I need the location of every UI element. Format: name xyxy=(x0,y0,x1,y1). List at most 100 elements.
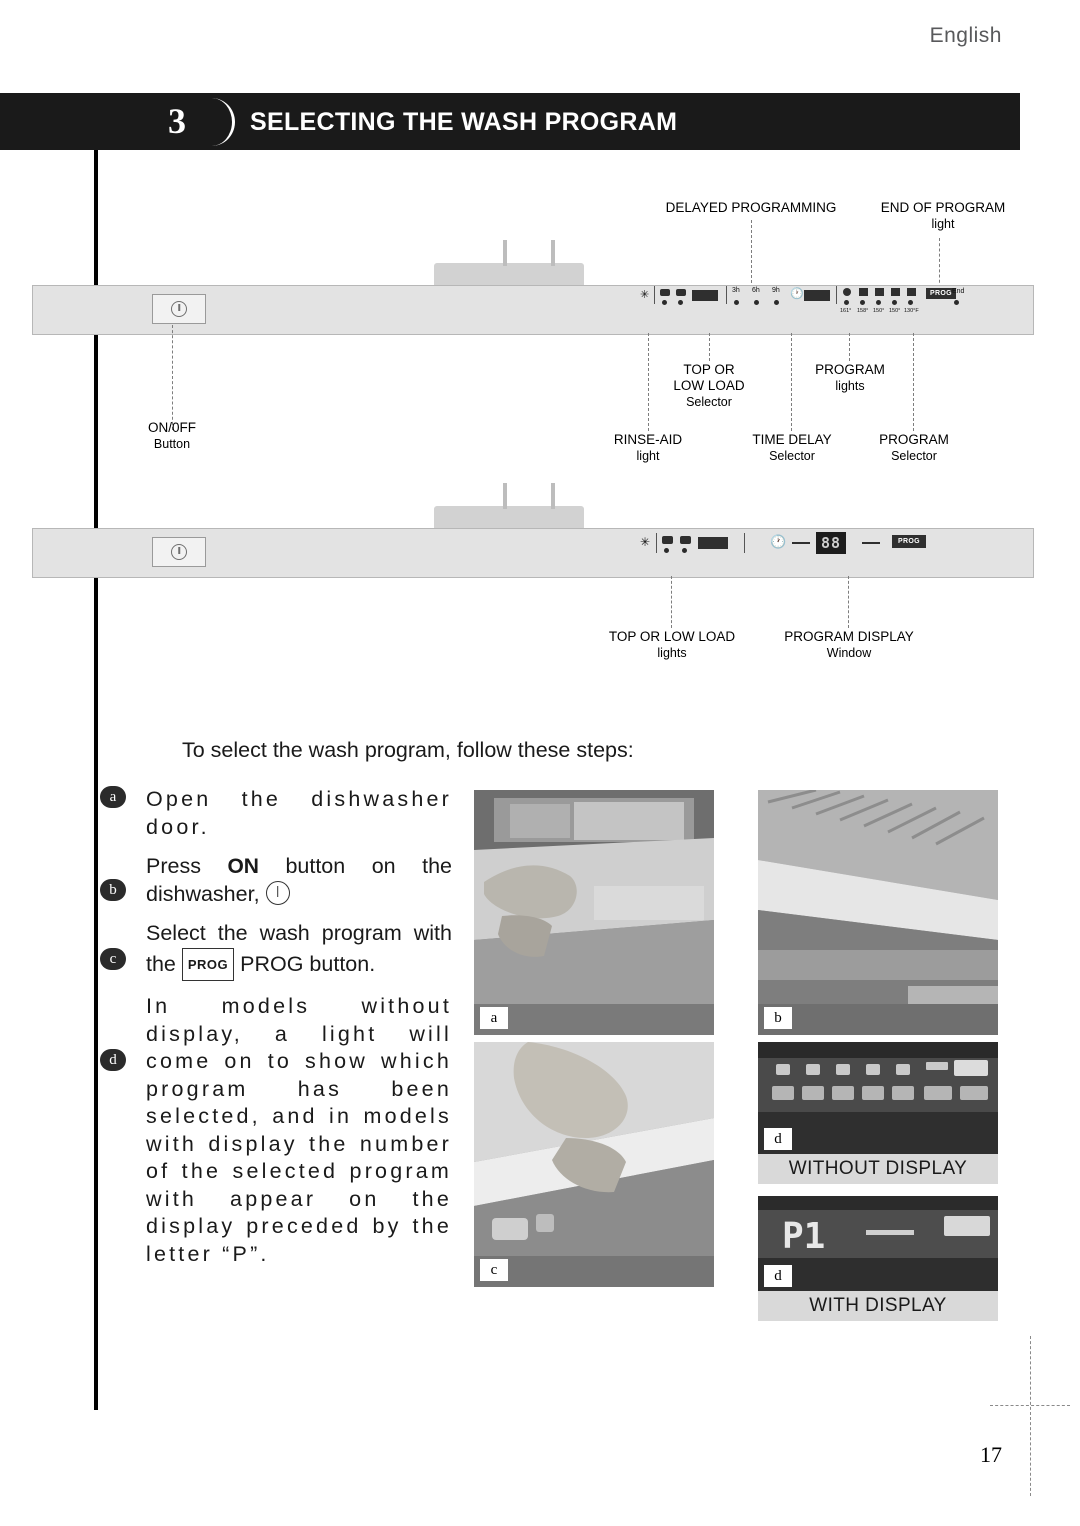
callout-top-or-low-load-selector: TOP OR LOW LOAD Selector xyxy=(673,362,745,409)
temp-mark-4: 150° xyxy=(889,308,901,314)
callout-end-of-program: END OF PROGRAM light xyxy=(880,200,1006,231)
program-icon-2 xyxy=(859,288,868,296)
crop-mark-vertical xyxy=(1030,1336,1031,1496)
dash-right xyxy=(862,542,880,544)
photo-prog-button-graphic xyxy=(474,1042,714,1287)
step-b-bold-on: ON xyxy=(227,855,259,878)
photo-with-display: P1 d xyxy=(758,1196,998,1291)
intro-sentence: To select the wash program, follow these… xyxy=(182,738,634,762)
photo-without-display: d xyxy=(758,1042,998,1154)
leader-onoff xyxy=(172,325,173,430)
led-program-4 xyxy=(892,300,897,305)
page-title: SELECTING THE WASH PROGRAM xyxy=(250,108,678,136)
left-margin-rule xyxy=(94,150,98,1410)
step-b-text-1: Press xyxy=(146,854,228,878)
leader-top-or-low-load xyxy=(709,333,710,361)
led-low-load xyxy=(678,300,683,305)
onoff-button-panel-1[interactable] xyxy=(152,294,206,324)
crop-mark-horizontal xyxy=(990,1405,1070,1406)
callout-program-selector: PROGRAM Selector xyxy=(879,432,949,463)
leader-rinse-aid xyxy=(648,333,649,431)
panel-2-control-cluster: ✳ 🕐 88 PROG xyxy=(640,532,960,572)
caption-without-display: WITHOUT DISPLAY xyxy=(758,1154,998,1184)
leader-top-or-low-load-lights xyxy=(671,576,672,628)
photo-tag-d-1: d xyxy=(764,1128,792,1150)
led-program-5 xyxy=(908,300,913,305)
step-b-text: Press ON button on the dishwasher, xyxy=(146,853,452,908)
callout-delayed-programming: DELAYED PROGRAMMING xyxy=(665,200,837,215)
top-load-icon xyxy=(680,536,691,544)
leader-program-lights xyxy=(849,333,850,361)
led-program-1 xyxy=(844,300,849,305)
dishwasher-door-top-1 xyxy=(434,263,584,285)
leader-program-selector xyxy=(913,333,914,431)
delay-mark-3h: 3h xyxy=(732,287,740,294)
temp-mark-3: 150° xyxy=(873,308,885,314)
callout-time-delay-selector: TIME DELAY Selector xyxy=(752,432,832,463)
language-label: English xyxy=(929,24,1002,47)
cluster-divider-1 xyxy=(656,533,657,553)
on-button-icon xyxy=(265,880,290,905)
cluster-divider-2 xyxy=(744,533,745,553)
leader-program-display-window xyxy=(848,576,849,628)
step-d-bullet: d xyxy=(100,1049,126,1071)
step-c: c Select the wash program with the PROG … xyxy=(100,920,452,981)
power-icon xyxy=(171,301,187,317)
photo-open-door-graphic xyxy=(474,790,714,1035)
step-b: b Press ON button on the dishwasher, xyxy=(100,853,452,908)
door-handle-tab-2a xyxy=(503,483,507,509)
step-c-text: Select the wash program with the PROG PR… xyxy=(146,920,452,981)
photo-prog-button: c xyxy=(474,1042,714,1287)
door-handle-tab-2b xyxy=(551,483,555,509)
prog-button-icon: PROG xyxy=(181,947,235,981)
panel-1-control-cluster: ✳ 3h 6h 9h 🕐 161° 158° 150° 150° 130°F P… xyxy=(640,286,964,332)
photo-tag-a: a xyxy=(480,1007,508,1029)
top-load-icon xyxy=(676,289,686,296)
onoff-button-panel-2[interactable] xyxy=(152,537,206,567)
step-a-bullet: a xyxy=(100,786,126,808)
top-or-low-load-selector[interactable] xyxy=(692,290,718,301)
led-rinse-aid xyxy=(664,548,669,553)
photo-tag-c: c xyxy=(480,1259,508,1281)
prog-selector-button-panel-2[interactable]: PROG xyxy=(892,535,926,548)
svg-text:P1: P1 xyxy=(782,1216,825,1257)
photo-open-door: a xyxy=(474,790,714,1035)
photo-without-display-graphic xyxy=(758,1042,998,1154)
cluster-divider-3 xyxy=(836,286,837,304)
program-icon-4 xyxy=(891,288,900,296)
program-icon-3 xyxy=(875,288,884,296)
clock-icon: 🕐 xyxy=(790,288,804,300)
end-label: End xyxy=(952,288,965,295)
led-delay-6h xyxy=(754,300,759,305)
step-c-bullet: c xyxy=(100,948,126,970)
low-load-icon xyxy=(662,536,673,544)
photo-press-on: b xyxy=(758,790,998,1035)
step-a-text: Open the dishwasher door. xyxy=(146,787,452,839)
callout-program-display-window: PROGRAM DISPLAY Window xyxy=(784,629,914,660)
top-or-low-load-selector[interactable] xyxy=(698,537,728,549)
leader-time-delay xyxy=(791,333,792,431)
callout-rinse-aid-light: RINSE-AID light xyxy=(613,432,683,463)
program-display-window: 88 xyxy=(816,532,847,554)
temp-mark-2: 158° xyxy=(857,308,869,314)
led-delay-3h xyxy=(734,300,739,305)
time-delay-selector[interactable] xyxy=(804,290,830,301)
led-low-load xyxy=(682,548,687,553)
dishwasher-door-top-2 xyxy=(434,506,584,528)
step-d-text: In models without display, a light will … xyxy=(146,994,452,1266)
led-rinse-aid xyxy=(662,300,667,305)
led-program-2 xyxy=(860,300,865,305)
temp-mark-1: 161° xyxy=(840,308,852,314)
door-handle-tab-1a xyxy=(503,240,507,266)
step-c-text-2: PROG button. xyxy=(234,951,376,976)
power-icon xyxy=(171,544,187,560)
led-program-3 xyxy=(876,300,881,305)
clock-icon: 🕐 xyxy=(770,534,787,549)
rinse-aid-star-icon: ✳ xyxy=(640,289,650,301)
step-b-bullet: b xyxy=(100,879,126,901)
door-handle-tab-1b xyxy=(551,240,555,266)
steps-list: a Open the dishwasher door. b Press ON b… xyxy=(100,786,452,1270)
delay-mark-6h: 6h xyxy=(752,287,760,294)
program-icon-1 xyxy=(843,288,851,296)
page-number: 17 xyxy=(980,1442,1002,1467)
